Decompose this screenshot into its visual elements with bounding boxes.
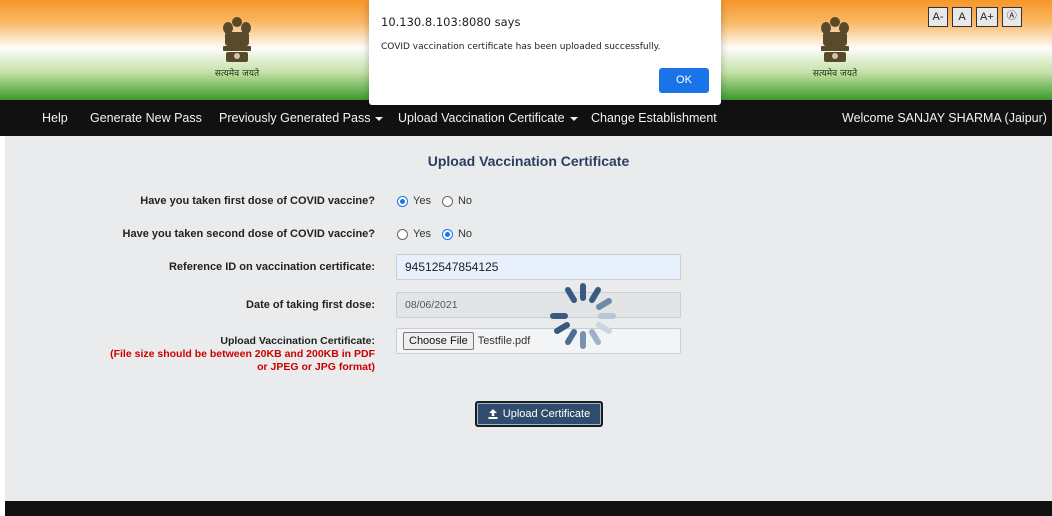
file-format-note: or JPEG or JPG format) <box>257 361 375 373</box>
motto-text: सत्यमेव जयते <box>214 69 260 79</box>
motto-text: सत्यमेव जयते <box>812 69 858 79</box>
national-emblem-left: सत्यमेव जयते <box>207 14 267 88</box>
page-title: Upload Vaccination Certificate <box>427 153 630 169</box>
second-dose-yes-radio[interactable] <box>397 228 408 240</box>
choose-file-button[interactable]: Choose File <box>403 332 474 350</box>
main-navbar: Help Generate New Pass Previously Genera… <box>0 100 1052 136</box>
dialog-message: COVID vaccination certificate has been u… <box>381 42 661 52</box>
upload-certificate-label: Upload Vaccination Certificate: (File si… <box>110 335 375 374</box>
radio-label: No <box>457 228 473 240</box>
reference-id-input[interactable]: 94512547854125 <box>396 254 681 280</box>
font-decrease-button[interactable]: A- <box>928 7 948 27</box>
font-size-controls: A- A A+ Ⓐ <box>928 7 1022 27</box>
first-dose-label: Have you taken first dose of COVID vacci… <box>140 195 375 207</box>
certificate-file-input: Choose File Testfile.pdf <box>396 328 681 354</box>
welcome-text: Welcome SANJAY SHARMA (Jaipur) <box>842 111 1047 125</box>
alert-dialog: 10.130.8.103:8080 says COVID vaccination… <box>369 0 721 105</box>
first-dose-date-label: Date of taking first dose: <box>246 299 375 311</box>
nav-label: Generate New Pass <box>90 111 202 125</box>
second-dose-no-radio[interactable] <box>441 228 453 240</box>
second-dose-label: Have you taken second dose of COVID vacc… <box>122 228 375 240</box>
upload-button-label: Upload Certificate <box>502 408 591 420</box>
nav-label: Help <box>42 111 68 125</box>
selected-file-name: Testfile.pdf <box>477 335 531 347</box>
nav-help[interactable]: Help <box>42 111 68 125</box>
first-dose-no-radio[interactable] <box>441 195 453 207</box>
dialog-ok-button[interactable]: OK <box>659 68 709 93</box>
font-increase-button[interactable]: A+ <box>976 7 998 27</box>
nav-label: Upload Vaccination Certificate <box>398 111 565 125</box>
user-menu[interactable]: Welcome SANJAY SHARMA (Jaipur) <box>842 111 1052 125</box>
radio-label: Yes <box>413 195 431 207</box>
upload-icon <box>488 409 498 419</box>
nav-change-establishment[interactable]: Change Establishment <box>591 111 717 125</box>
reference-id-label: Reference ID on vaccination certificate: <box>168 261 375 273</box>
caret-down-icon <box>375 116 384 121</box>
nav-previously-generated-pass[interactable]: Previously Generated Pass <box>219 111 384 125</box>
nav-upload-vaccination-certificate[interactable]: Upload Vaccination Certificate <box>398 111 578 125</box>
upload-label-text: Upload Vaccination Certificate: <box>220 335 375 347</box>
lion-capital-icon <box>821 17 849 62</box>
main-content: Upload Vaccination Certificate Have you … <box>5 136 1052 501</box>
radio-label: Yes <box>413 228 431 240</box>
nav-generate-new-pass[interactable]: Generate New Pass <box>90 111 202 125</box>
upload-certificate-button[interactable]: Upload Certificate <box>475 401 603 427</box>
lion-capital-icon <box>223 17 251 62</box>
first-dose-yes-radio[interactable] <box>397 195 408 207</box>
first-dose-radio-group: Yes No <box>397 195 483 207</box>
dialog-origin: 10.130.8.103:8080 says <box>381 15 521 29</box>
first-dose-date-input[interactable]: 08/06/2021 <box>396 292 681 318</box>
caret-down-icon <box>569 116 578 121</box>
radio-label: No <box>457 195 473 207</box>
file-size-note: (File size should be between 20KB and 20… <box>110 348 375 360</box>
nav-label: Previously Generated Pass <box>219 111 371 125</box>
page-root: सत्यमेव जयते सत्यमेव जयते A- A A+ Ⓐ Help… <box>0 0 1052 516</box>
national-emblem-right: सत्यमेव जयते <box>805 14 865 88</box>
contrast-toggle-button[interactable]: Ⓐ <box>1001 7 1022 27</box>
font-reset-button[interactable]: A <box>952 7 972 27</box>
second-dose-radio-group: Yes No <box>397 228 483 240</box>
nav-label: Change Establishment <box>591 111 717 125</box>
loading-spinner-icon <box>550 283 616 349</box>
footer-bar <box>5 501 1052 516</box>
